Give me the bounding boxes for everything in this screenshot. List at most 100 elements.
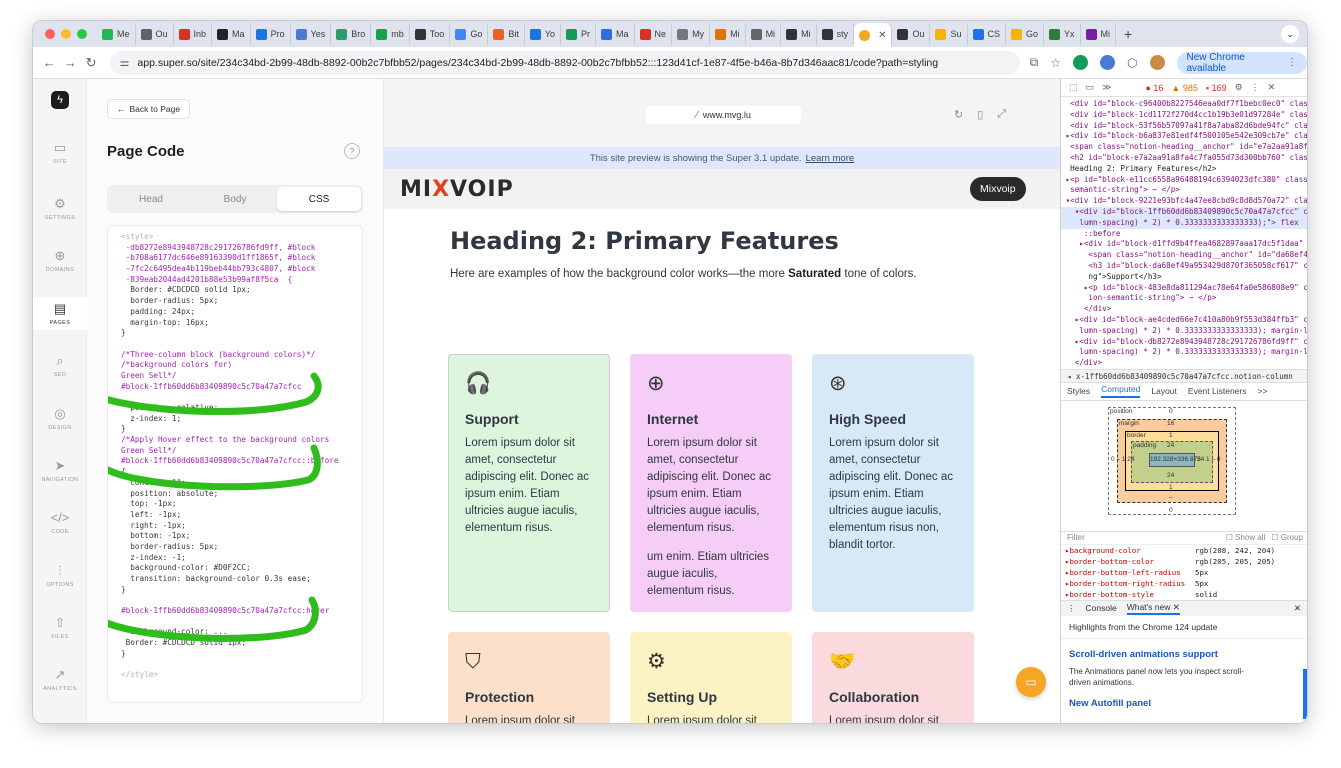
tab-whats-new[interactable]: What's new ✕ — [1126, 602, 1180, 615]
browser-tab[interactable]: Yo — [525, 23, 562, 45]
back-to-page-button[interactable]: ← Back to Page — [107, 99, 191, 119]
active-browser-tab[interactable]: ✕ — [854, 23, 893, 47]
browser-tab[interactable]: mb — [371, 23, 410, 45]
maximize-window-button[interactable] — [77, 29, 87, 39]
computed-property[interactable]: ▸ border-bottom-style solid — [1061, 589, 1307, 600]
tab-computed[interactable]: Computed — [1101, 384, 1141, 399]
dom-node[interactable]: semantic-string"> ⋯ </p> — [1061, 185, 1307, 196]
tab-styles[interactable]: Styles — [1067, 386, 1090, 396]
reload-icon[interactable]: ↻ — [81, 55, 102, 71]
dom-node[interactable]: lumn-spacing) * 2) * 0.3333333333333333)… — [1061, 347, 1307, 358]
browser-tab[interactable]: My — [672, 23, 711, 45]
dom-node[interactable]: <div id="block-c96400b8227546eaa0df7f1be… — [1061, 99, 1307, 110]
dom-node[interactable]: ▸<p id="block-e11cc6558a96488194c6394023… — [1061, 175, 1307, 186]
back-arrow-icon[interactable]: ← — [39, 55, 60, 70]
nav-item-analytics[interactable]: ↗ ANALYTICS — [33, 663, 87, 696]
close-drawer-icon[interactable]: ✕ — [1294, 603, 1301, 614]
nav-item-site[interactable]: ▭ SITE — [33, 136, 87, 169]
computed-property[interactable]: ▸ background-color rgb(208, 242, 204) — [1061, 545, 1307, 556]
mobile-view-icon[interactable]: ▯ — [977, 108, 983, 121]
browser-tab[interactable]: Su — [930, 23, 968, 45]
browser-tab[interactable]: Pr — [561, 23, 597, 45]
more-tabs-icon[interactable]: ≫ — [1102, 82, 1111, 93]
nav-item-design[interactable]: ◎ DESIGN — [33, 402, 87, 435]
tab-css[interactable]: CSS — [277, 187, 361, 211]
browser-tab[interactable]: Mi — [781, 23, 817, 45]
dom-node[interactable]: </div> — [1061, 358, 1307, 369]
minimize-window-button[interactable] — [61, 29, 71, 39]
nav-item-domains[interactable]: ⊕ DOMAINS — [33, 244, 87, 277]
nav-item-navigation[interactable]: ➤ NAVIGATION — [33, 454, 87, 487]
browser-tab[interactable]: Inb — [174, 23, 213, 45]
dom-node[interactable]: lumn-spacing) * 2) * 0.3333333333333333)… — [1061, 217, 1307, 229]
dom-node[interactable]: </div> — [1061, 304, 1307, 315]
device-toggle-icon[interactable]: ▭ — [1086, 82, 1095, 93]
refresh-icon[interactable]: ↻ — [954, 108, 963, 121]
dom-node[interactable]: <div id="block-1cd1172f270d4cc1b19b3e01d… — [1061, 110, 1307, 121]
browser-tab[interactable]: CS — [968, 23, 1007, 45]
nav-item-options[interactable]: ⫶ OPTIONS — [33, 559, 87, 592]
extensions-puzzle-icon[interactable]: ⬡ — [1127, 56, 1137, 70]
tab-console[interactable]: Console — [1086, 603, 1117, 613]
extension-icon[interactable] — [1100, 55, 1116, 70]
dom-node[interactable]: Heading 2: Primary Features</h2> — [1061, 164, 1307, 175]
browser-tab[interactable]: Yes — [291, 23, 332, 45]
dom-node[interactable]: ▸<p id="block-483e8da811294ac78e64fa0e58… — [1061, 283, 1307, 294]
warning-count[interactable]: ▲ 985 — [1171, 83, 1197, 93]
browser-tab[interactable]: Ne — [635, 23, 673, 45]
dom-node[interactable]: ▸<div id="block-d1ffd9b4ffea4682897aaa17… — [1061, 239, 1307, 250]
browser-tab[interactable]: Mi — [1081, 23, 1117, 45]
dom-node[interactable]: ▾<div id="block-9221e93bfc4a47ee8cbd9c8d… — [1061, 196, 1307, 207]
drawer-menu-icon[interactable]: ⋮ — [1067, 603, 1076, 614]
dom-node[interactable]: <span class="notion-heading__anchor" id=… — [1061, 250, 1307, 261]
chrome-update-button[interactable]: New Chrome available ⋮ — [1176, 51, 1307, 74]
tab-event-listeners[interactable]: Event Listeners — [1188, 386, 1247, 396]
error-count[interactable]: ● 16 — [1145, 83, 1163, 93]
computed-property[interactable]: ▸ border-bottom-right-radius 5px — [1061, 578, 1307, 589]
dom-node[interactable]: lumn-spacing) * 2) * 0.3333333333333333)… — [1061, 326, 1307, 337]
dom-node[interactable]: <span class="notion-heading__anchor" id=… — [1061, 142, 1307, 153]
browser-tab[interactable]: Go — [450, 23, 489, 45]
nav-item-seo[interactable]: ⌕ SEO — [33, 349, 87, 382]
kebab-menu-icon[interactable]: ⋮ — [1251, 82, 1260, 93]
site-info-icon[interactable]: ⚌ — [120, 56, 130, 69]
tab-body[interactable]: Body — [193, 187, 277, 211]
browser-tab[interactable]: Mi — [710, 23, 746, 45]
new-tab-button[interactable]: + — [1116, 26, 1140, 42]
nav-item-pages[interactable]: ▤ PAGES — [33, 297, 87, 330]
computed-property[interactable]: ▸ border-bottom-left-radius 5px — [1061, 567, 1307, 578]
tab-head[interactable]: Head — [109, 187, 193, 211]
mixvoip-button[interactable]: Mixvoip — [970, 177, 1026, 201]
dom-node[interactable]: ng">Support</h3> — [1061, 272, 1307, 283]
mixvoip-logo[interactable]: MIXVOIP — [400, 177, 514, 202]
tab--[interactable]: >> — [1258, 386, 1268, 396]
browser-tab[interactable]: Pro — [251, 23, 291, 45]
profile-avatar[interactable] — [1149, 55, 1165, 70]
dom-tree[interactable]: <div id="block-c96400b8227546eaa0df7f1be… — [1061, 97, 1307, 369]
dom-node[interactable]: ::before — [1061, 229, 1307, 240]
dom-node[interactable]: ▸<div id="block-ae4cded66e7c410a80b9f553… — [1061, 315, 1307, 326]
computed-properties[interactable]: ▸ background-color rgb(208, 242, 204) ▸ bord… — [1061, 545, 1307, 600]
css-code-editor[interactable]: <style> -db8272e8943948728c291726786fd9f… — [107, 225, 363, 703]
browser-tab[interactable]: Ma — [212, 23, 251, 45]
nav-item-settings[interactable]: ⚙ SETTINGS — [33, 192, 87, 225]
close-window-button[interactable] — [45, 29, 55, 39]
preview-url-pill[interactable]: ⁄ www.mvg.lu — [646, 106, 801, 124]
cast-icon[interactable]: ⧉ — [1030, 55, 1039, 70]
computed-property[interactable]: ▸ border-bottom-color rgb(205, 205, 205) — [1061, 556, 1307, 567]
whats-new-link[interactable]: Scroll-driven animations support — [1061, 649, 1307, 660]
dom-node[interactable]: <h2 id="block-e7a2aa91a8fa4c7fa055d73d30… — [1061, 153, 1307, 164]
forward-arrow-icon[interactable]: → — [60, 55, 81, 70]
breadcrumb[interactable]: ◂ x-1ffb60dd6b83409890c5c70a47a7cfcc.not… — [1061, 368, 1307, 383]
extension-icon[interactable] — [1073, 55, 1089, 70]
dom-node[interactable]: ▸<div id="block-db8272e8943948728c291726… — [1061, 337, 1307, 348]
chat-widget-icon[interactable]: ▭ — [1016, 667, 1046, 697]
dom-node[interactable]: ▸<div id="block-b6a837e81edf4f500105e542… — [1061, 131, 1307, 142]
dom-node[interactable]: <h3 id="block-da68ef49a953429d870f365058… — [1061, 261, 1307, 272]
issues-count[interactable]: ▪ 169 — [1206, 83, 1227, 93]
help-icon[interactable]: ? — [344, 143, 360, 159]
browser-tab[interactable]: Yx — [1044, 23, 1081, 45]
url-field[interactable]: ⚌ app.super.so/site/234c34bd-2b99-48db-8… — [109, 50, 1020, 75]
close-devtools-icon[interactable]: ✕ — [1268, 82, 1276, 93]
browser-tab[interactable]: sty — [817, 23, 855, 45]
